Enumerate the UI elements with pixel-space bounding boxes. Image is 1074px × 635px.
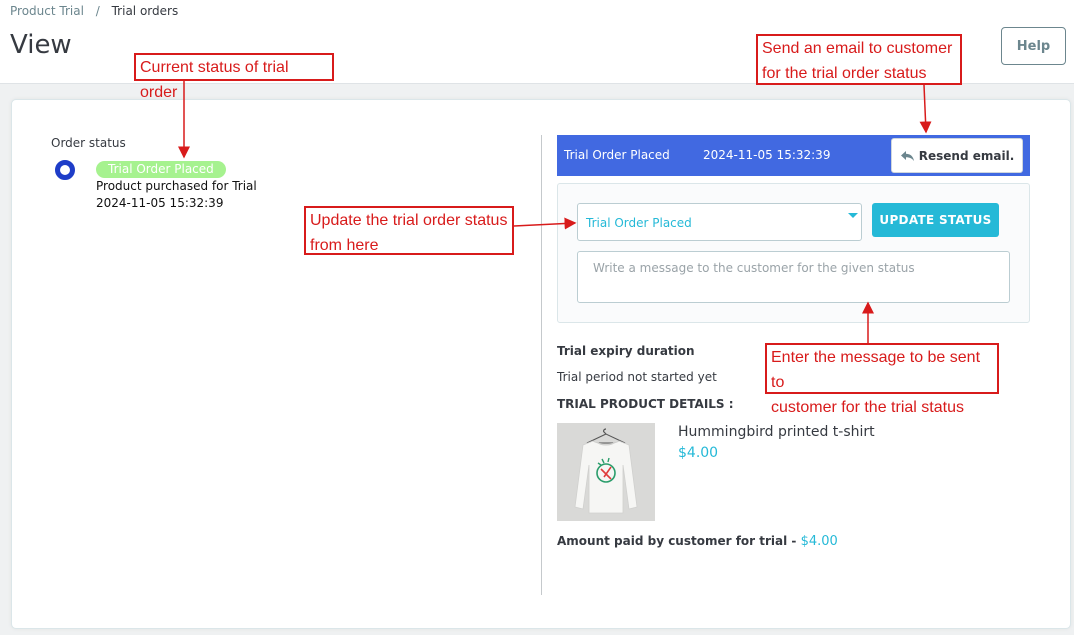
reply-icon	[900, 150, 914, 161]
resend-email-label: Resend email.	[918, 148, 1015, 163]
annotation-text: Send an email to customer	[762, 40, 953, 57]
help-button[interactable]: Help	[1001, 27, 1066, 65]
product-name: Hummingbird printed t-shirt	[678, 424, 875, 440]
caret-down-icon	[848, 213, 858, 218]
annotation-text: customer for the trial status	[771, 399, 964, 416]
breadcrumb-current: Trial orders	[111, 4, 179, 18]
page-title: View	[10, 30, 72, 60]
current-status-date: 2024-11-05 15:32:39	[703, 148, 831, 162]
annotation-text: from here	[310, 237, 379, 254]
breadcrumb-separator: /	[95, 4, 100, 18]
status-message-input[interactable]	[577, 251, 1010, 303]
annotation-text: for the trial order status	[762, 65, 927, 82]
product-price: $4.00	[678, 445, 719, 461]
trial-expiry-text: Trial period not started yet	[557, 370, 717, 384]
timeline-dot-icon	[55, 160, 75, 180]
current-status-name: Trial Order Placed	[564, 148, 670, 162]
annotation-current-status: Current status of trial order	[134, 53, 334, 101]
order-status-label: Order status	[51, 136, 126, 150]
breadcrumb: Product Trial / Trial orders	[10, 4, 178, 18]
status-description: Product purchased for Trial	[96, 179, 257, 193]
annotation-text: Update the trial order status	[310, 212, 508, 229]
annotation-send-email: Send an email to customer for the trial …	[756, 34, 962, 85]
trial-expiry-title: Trial expiry duration	[557, 344, 695, 358]
status-date: 2024-11-05 15:32:39	[96, 196, 224, 210]
annotation-text: Enter the message to be sent to	[771, 349, 981, 391]
status-badge: Trial Order Placed	[96, 161, 226, 178]
tshirt-image	[557, 423, 655, 521]
amount-paid-label: Amount paid by customer for trial -	[557, 534, 801, 548]
update-status-button[interactable]: UPDATE STATUS	[872, 203, 999, 237]
product-image	[557, 423, 655, 521]
amount-paid-value: $4.00	[800, 534, 838, 549]
resend-email-button[interactable]: Resend email.	[891, 138, 1023, 173]
current-status-bar: Trial Order Placed 2024-11-05 15:32:39 R…	[557, 135, 1030, 176]
column-divider	[541, 135, 542, 595]
annotation-enter-message: Enter the message to be sent to customer…	[765, 343, 999, 416]
amount-paid: Amount paid by customer for trial - $4.0…	[557, 534, 838, 549]
annotation-update-status: Update the trial order status from here	[304, 206, 514, 255]
status-select[interactable]: Trial Order Placed	[577, 203, 862, 241]
breadcrumb-parent-link[interactable]: Product Trial	[10, 4, 84, 18]
annotation-text: Current status of trial order	[140, 59, 289, 101]
trial-product-details-title: TRIAL PRODUCT DETAILS :	[557, 397, 734, 411]
